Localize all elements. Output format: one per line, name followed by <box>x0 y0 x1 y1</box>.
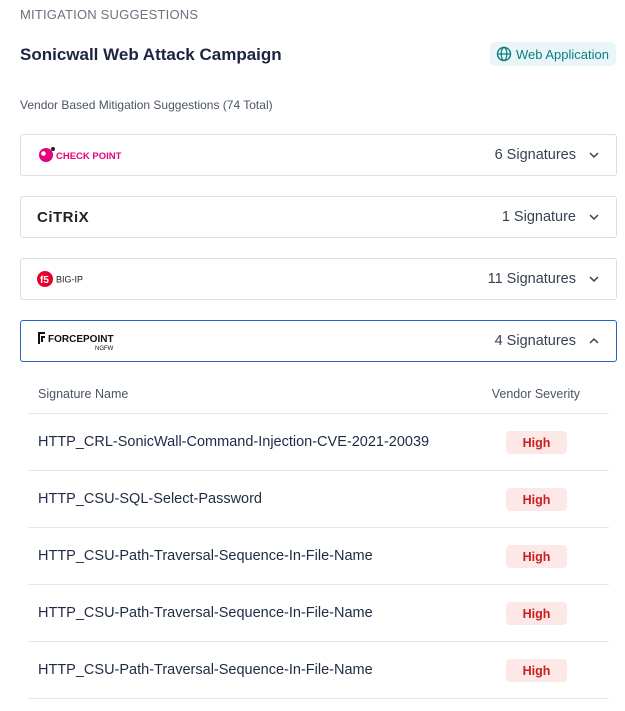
severity-badge: High <box>506 545 567 568</box>
checkpoint-logo-text: CHECK POINT <box>56 151 122 162</box>
signature-name: HTTP_CSU-SQL-Select-Password <box>38 491 262 507</box>
category-tag-label: Web Application <box>516 46 609 62</box>
signature-name: HTTP_CRL-SonicWall-Command-Injection-CVE… <box>38 434 430 450</box>
vendor-signature-count: 4 Signatures <box>494 333 576 349</box>
signature-name: HTTP_CSU-Path-Traversal-Sequence-In-File… <box>38 548 373 564</box>
vendor-row-forcepoint[interactable]: FORCEPOINT NGFW 4 Signatures <box>20 320 617 362</box>
table-row: HTTP_CSU-Path-Traversal-Sequence-In-File… <box>28 642 609 699</box>
citrix-logo: CiTRiX <box>37 197 97 237</box>
signature-name: HTTP_CSU-Path-Traversal-Sequence-In-File… <box>38 662 373 678</box>
table-row: HTTP_CSU-Path-Traversal-Sequence-In-File… <box>28 528 609 585</box>
page-title: Sonicwall Web Attack Campaign <box>20 45 282 64</box>
column-header-vendor-severity: Vendor Severity <box>491 387 580 401</box>
vendor-signature-count: 6 Signatures <box>494 147 576 163</box>
vendor-row-citrix[interactable]: CiTRiX 1 Signature <box>20 196 617 238</box>
severity-badge: High <box>506 602 567 625</box>
vendor-row-bigip[interactable]: f5 BIG-IP 11 Signatures <box>20 258 617 300</box>
signature-table: Signature Name Vendor Severity HTTP_CRL-… <box>28 374 609 699</box>
chevron-down-icon[interactable] <box>588 211 600 223</box>
severity-badge: High <box>506 488 567 511</box>
signature-name: HTTP_CSU-Path-Traversal-Sequence-In-File… <box>38 605 373 621</box>
forcepoint-logo: FORCEPOINT NGFW <box>37 321 127 361</box>
severity-badge: High <box>506 659 567 682</box>
citrix-logo-text: CiTRiX <box>37 209 89 226</box>
table-header: Signature Name Vendor Severity <box>28 374 609 414</box>
column-header-signature-name: Signature Name <box>38 387 129 401</box>
ngfw-logo-text: NGFW <box>95 346 114 352</box>
vendor-signature-count: 11 Signatures <box>487 271 576 287</box>
bigip-logo-text: BIG-IP <box>56 275 83 285</box>
chevron-down-icon[interactable] <box>588 273 600 285</box>
chevron-down-icon[interactable] <box>588 149 600 161</box>
f5-badge-text: f5 <box>40 275 49 286</box>
table-row: HTTP_CRL-SonicWall-Command-Injection-CVE… <box>28 414 609 471</box>
vendor-row-checkpoint[interactable]: CHECK POINT 6 Signatures <box>20 134 617 176</box>
table-row: HTTP_CSU-Path-Traversal-Sequence-In-File… <box>28 585 609 642</box>
severity-badge: High <box>506 431 567 454</box>
f5-bigip-logo: f5 BIG-IP <box>37 259 97 299</box>
chevron-up-icon[interactable] <box>588 335 600 347</box>
category-tag: Web Application <box>490 42 616 66</box>
section-label: MITIGATION SUGGESTIONS <box>20 7 199 22</box>
vendor-signature-count: 1 Signature <box>501 209 576 225</box>
checkpoint-logo: CHECK POINT <box>37 135 127 175</box>
table-row: HTTP_CSU-SQL-Select-Password High <box>28 471 609 528</box>
vendor-subheading: Vendor Based Mitigation Suggestions (74 … <box>20 98 273 112</box>
forcepoint-logo-text: FORCEPOINT <box>48 334 114 345</box>
globe-icon <box>496 46 512 62</box>
